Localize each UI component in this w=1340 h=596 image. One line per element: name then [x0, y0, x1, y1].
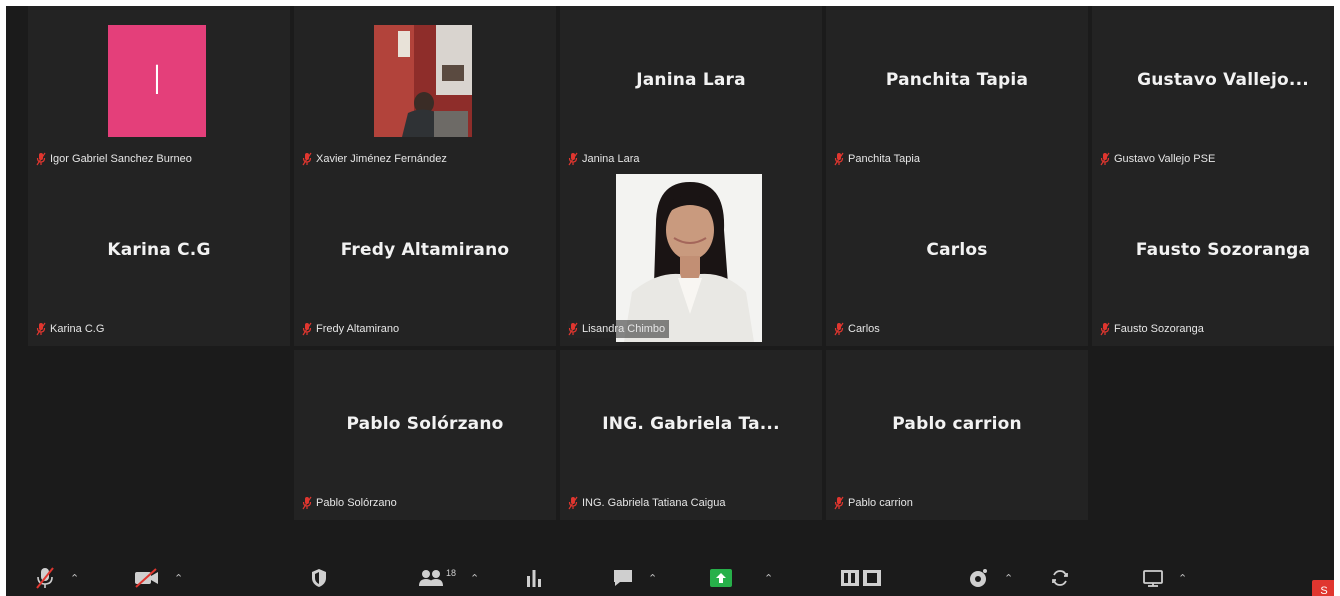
participants-options-caret-icon[interactable]: ⌃: [470, 572, 479, 585]
participant-label: Panchita Tapia: [834, 150, 924, 168]
participant-display-name: Karina C.G: [107, 240, 211, 260]
participant-label: Pablo carrion: [834, 494, 917, 512]
participant-tile[interactable]: ING. Gabriela Ta... ING. Gabriela Tatian…: [560, 350, 822, 520]
mic-muted-icon: [834, 152, 844, 166]
video-options-caret-icon[interactable]: ⌃: [174, 572, 183, 585]
participant-name: Xavier Jiménez Fernández: [316, 153, 447, 165]
participant-display-name: Panchita Tapia: [885, 70, 1029, 90]
mic-muted-icon: [36, 152, 46, 166]
participant-video: [616, 174, 762, 342]
polls-bar-chart-icon[interactable]: [524, 568, 544, 588]
participant-name: ING. Gabriela Tatiana Caigua: [582, 497, 726, 509]
end-meeting-button[interactable]: S: [1312, 580, 1334, 596]
participant-label: Janina Lara: [568, 150, 644, 168]
participant-name: Fredy Altamirano: [316, 323, 400, 335]
participant-tile[interactable]: I Igor Gabriel Sanchez Burneo: [28, 6, 290, 176]
participant-name: Igor Gabriel Sanchez Burneo: [50, 153, 192, 165]
mic-muted-icon: [302, 496, 312, 510]
gallery-view: I Igor Gabriel Sanchez Burneo Xavier Jim…: [6, 6, 1334, 596]
mic-muted-icon: [568, 152, 578, 166]
video-off-icon[interactable]: [134, 568, 160, 588]
participant-tile[interactable]: Xavier Jiménez Fernández: [294, 6, 556, 176]
participant-label: Gustavo Vallejo PSE: [1100, 150, 1219, 168]
apps-refresh-icon[interactable]: [1050, 568, 1070, 588]
zoom-window: I Igor Gabriel Sanchez Burneo Xavier Jim…: [0, 0, 1340, 596]
participant-name: Gustavo Vallejo PSE: [1114, 153, 1216, 165]
mic-muted-icon: [834, 322, 844, 336]
participant-label: Lisandra Chimbo: [568, 320, 670, 338]
meeting-toolbar: ⌃ ⌃ 18 ⌃ ⌃ ⌃ ⌃ ⌃ S: [6, 554, 1334, 596]
participant-label: Karina C.G: [36, 320, 108, 338]
participant-label: Carlos: [834, 320, 884, 338]
participant-display-name: Gustavo Vallejo...: [1137, 70, 1309, 90]
participant-name: Pablo carrion: [848, 497, 913, 509]
reactions-options-caret-icon[interactable]: ⌃: [1004, 572, 1013, 585]
avatar: I: [108, 25, 206, 137]
participant-tile[interactable]: Panchita Tapia Panchita Tapia: [826, 6, 1088, 176]
audio-options-caret-icon[interactable]: ⌃: [70, 572, 79, 585]
whiteboard-screen-icon[interactable]: [1142, 568, 1164, 588]
mic-muted-icon: [302, 322, 312, 336]
mic-muted-icon: [1100, 322, 1110, 336]
participant-display-name: Fredy Altamirano: [340, 240, 510, 260]
participant-display-name: Pablo Solórzano: [346, 414, 504, 434]
participant-name: Carlos: [848, 323, 880, 335]
participant-video: [374, 25, 472, 137]
participant-display-name: Carlos: [926, 240, 988, 260]
participant-name: Karina C.G: [50, 323, 105, 335]
more-options-caret-icon[interactable]: ⌃: [1178, 572, 1187, 585]
mic-muted-icon: [1100, 152, 1110, 166]
mic-muted-icon[interactable]: [34, 566, 56, 590]
participant-tile[interactable]: Janina Lara Janina Lara: [560, 6, 822, 176]
participant-tile[interactable]: Lisandra Chimbo: [560, 174, 822, 346]
participant-tile[interactable]: Pablo carrion Pablo carrion: [826, 350, 1088, 520]
participant-tile[interactable]: Fredy Altamirano Fredy Altamirano: [294, 176, 556, 346]
reactions-icon[interactable]: [968, 567, 990, 589]
participant-label: ING. Gabriela Tatiana Caigua: [568, 494, 730, 512]
mic-muted-icon: [36, 322, 46, 336]
participant-name: Lisandra Chimbo: [582, 323, 666, 335]
participant-tile[interactable]: Fausto Sozoranga Fausto Sozoranga: [1092, 176, 1334, 346]
participant-name: Pablo Solórzano: [316, 497, 397, 509]
share-options-caret-icon[interactable]: ⌃: [764, 572, 773, 585]
mic-muted-icon: [302, 152, 312, 166]
chat-bubble-icon[interactable]: [612, 568, 634, 588]
participant-label: Fausto Sozoranga: [1100, 320, 1208, 338]
participant-label: Fredy Altamirano: [302, 320, 403, 338]
participant-tile[interactable]: Carlos Carlos: [826, 176, 1088, 346]
security-shield-icon[interactable]: [310, 568, 328, 588]
participant-name: Panchita Tapia: [848, 153, 920, 165]
share-screen-icon[interactable]: [710, 569, 732, 587]
participant-display-name: Fausto Sozoranga: [1135, 240, 1311, 260]
participant-tile[interactable]: Gustavo Vallejo... Gustavo Vallejo PSE: [1092, 6, 1334, 176]
participant-label: Xavier Jiménez Fernández: [302, 150, 451, 168]
chat-options-caret-icon[interactable]: ⌃: [648, 572, 657, 585]
gallery-view-toggle-icon[interactable]: [840, 568, 882, 588]
participant-name: Janina Lara: [582, 153, 640, 165]
avatar-letter: I: [151, 58, 163, 104]
participants-count: 18: [446, 568, 457, 578]
mic-muted-icon: [834, 496, 844, 510]
participant-tile[interactable]: Pablo Solórzano Pablo Solórzano: [294, 350, 556, 520]
participant-name: Fausto Sozoranga: [1114, 323, 1204, 335]
participant-display-name: Janina Lara: [636, 70, 746, 90]
participant-label: Igor Gabriel Sanchez Burneo: [36, 150, 196, 168]
mic-muted-icon: [568, 322, 578, 336]
participant-label: Pablo Solórzano: [302, 494, 401, 512]
participant-display-name: Pablo carrion: [892, 414, 1022, 434]
participants-icon[interactable]: [418, 568, 444, 588]
participant-display-name: ING. Gabriela Ta...: [602, 414, 780, 434]
mic-muted-icon: [568, 496, 578, 510]
participant-tile[interactable]: Karina C.G Karina C.G: [28, 176, 290, 346]
